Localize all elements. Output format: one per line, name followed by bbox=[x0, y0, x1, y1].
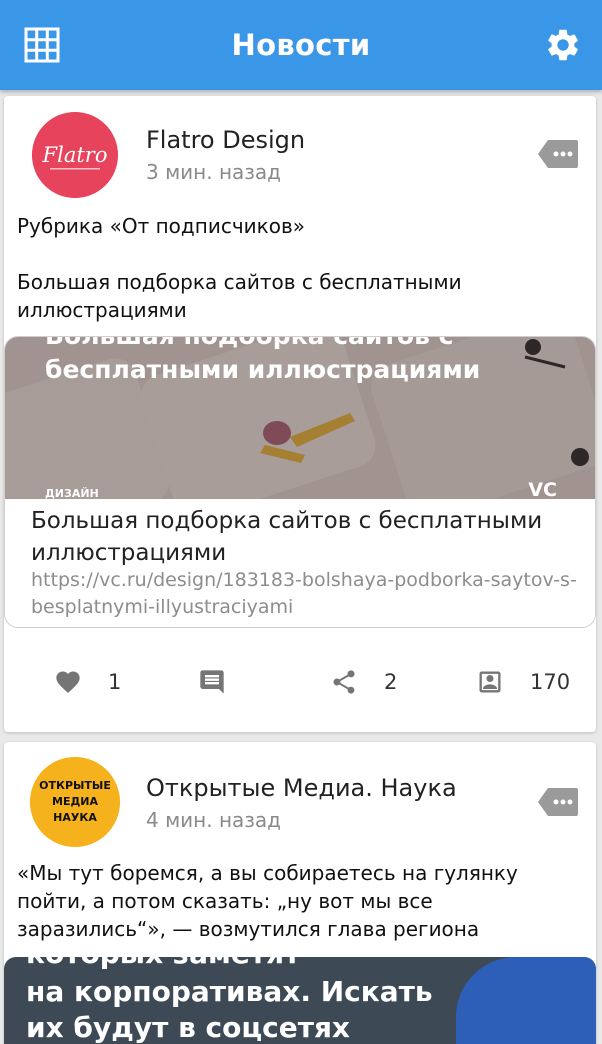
preview-image-headline: бесплатными иллюстрациями bbox=[45, 355, 481, 384]
share-button[interactable]: 2 bbox=[330, 662, 397, 702]
link-title: Большая подборка сайтов с бесплатными ил… bbox=[31, 508, 543, 566]
preview-image-headline: их будут в соцсетях bbox=[26, 1011, 350, 1044]
link-preview[interactable]: Большая подборка сайтов с бесплатными ил… bbox=[4, 336, 596, 628]
avatar[interactable]: Flatro bbox=[32, 112, 118, 198]
portrait-icon bbox=[479, 671, 501, 693]
avatar-logo-text: ОТКРЫТЫЕ bbox=[39, 779, 111, 792]
post-card: ОТКРЫТЫЕ МЕДИА НАУКА Открытые Медиа. Нау… bbox=[4, 742, 596, 1044]
gear-icon[interactable] bbox=[544, 26, 582, 64]
share-icon bbox=[333, 670, 355, 694]
action-bar: 1 2 170 bbox=[4, 662, 596, 702]
tag-icon[interactable] bbox=[538, 787, 578, 817]
app-bar: Новости bbox=[0, 0, 602, 90]
views-count: 170 bbox=[530, 670, 571, 694]
preview-image: Большая подборка сайтов с бесплатными ил… bbox=[5, 337, 595, 499]
heart-icon bbox=[56, 671, 80, 693]
avatar-logo-text: НАУКА bbox=[53, 811, 97, 824]
preview-image-rubric: ДИЗАЙН bbox=[45, 487, 99, 499]
grid-icon[interactable] bbox=[24, 27, 60, 63]
post-time: 4 мин. назад bbox=[146, 808, 282, 832]
views-counter: 170 bbox=[476, 662, 570, 702]
avatar-logo-text: МЕДИА bbox=[52, 795, 98, 808]
preview-image-headline: которых заметят bbox=[26, 957, 300, 970]
post-time: 3 мин. назад bbox=[146, 160, 282, 184]
avatar[interactable]: ОТКРЫТЫЕ МЕДИА НАУКА bbox=[30, 757, 120, 847]
preview-image-headline: на корпоративах. Искать bbox=[26, 975, 433, 1008]
post-author[interactable]: Flatro Design bbox=[146, 126, 305, 154]
preview-image-headline: Большая подборка сайтов с bbox=[45, 337, 453, 350]
like-button[interactable]: 1 bbox=[54, 662, 121, 702]
page-title: Новости bbox=[231, 28, 371, 62]
comment-button[interactable] bbox=[198, 662, 226, 702]
avatar-logo-text: Flatro bbox=[42, 143, 108, 167]
tag-icon[interactable] bbox=[538, 139, 578, 169]
post-text: «Мы тут боремся, а вы собираетесь на гул… bbox=[17, 861, 518, 941]
preview-image-brand: VC bbox=[528, 479, 557, 499]
comment-icon bbox=[200, 670, 224, 694]
preview-image[interactable]: которых заметят на корпоративах. Искать … bbox=[4, 957, 596, 1044]
post-text: Рубрика «От подписчиков» Большая подборк… bbox=[17, 214, 462, 322]
post-card: Flatro Flatro Design 3 мин. назад Рубрик… bbox=[4, 96, 596, 732]
share-count: 2 bbox=[384, 670, 398, 694]
like-count: 1 bbox=[108, 670, 122, 694]
link-url: https://vc.ru/design/183183-bolshaya-pod… bbox=[31, 569, 577, 618]
post-author[interactable]: Открытые Медиа. Наука bbox=[146, 774, 457, 802]
